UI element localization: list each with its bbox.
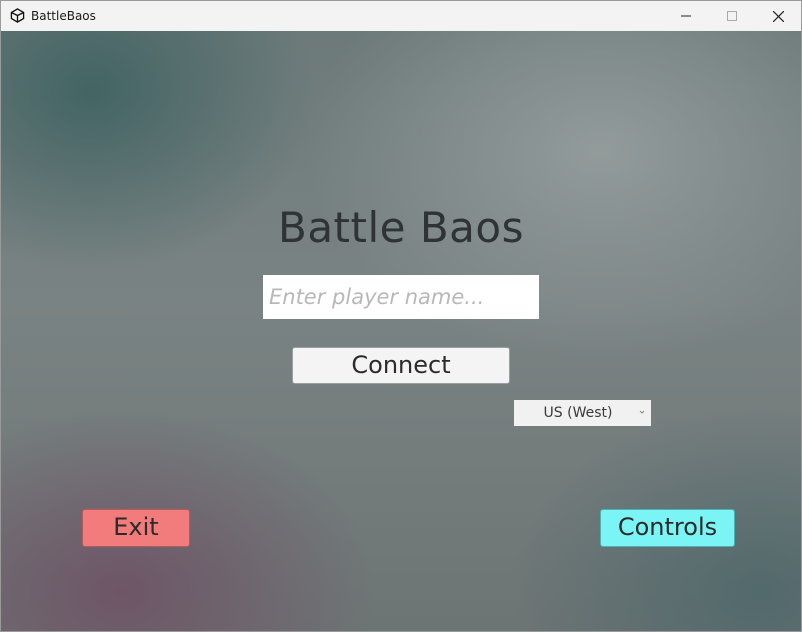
controls-button[interactable]: Controls xyxy=(600,509,735,547)
minimize-button[interactable] xyxy=(663,1,709,31)
close-icon xyxy=(772,10,784,22)
region-selected-value: US (West) xyxy=(543,405,613,421)
region-dropdown[interactable]: US (West) xyxy=(514,400,651,426)
player-name-input[interactable] xyxy=(263,275,539,319)
minimize-icon xyxy=(681,15,691,17)
exit-button[interactable]: Exit xyxy=(82,509,190,547)
title-bar[interactable]: BattleBaos xyxy=(1,1,801,31)
dropdown-arrow-icon xyxy=(639,410,645,414)
app-window: BattleBaos Battle Baos Connect US (West) xyxy=(0,0,802,632)
connect-button[interactable]: Connect xyxy=(292,347,510,384)
maximize-button[interactable] xyxy=(709,1,755,31)
close-button[interactable] xyxy=(755,1,801,31)
maximize-icon xyxy=(727,11,737,21)
unity-logo-icon xyxy=(10,8,25,23)
game-viewport: Battle Baos Connect US (West) Exit Contr… xyxy=(1,31,801,631)
window-title: BattleBaos xyxy=(31,9,96,23)
game-title: Battle Baos xyxy=(278,203,524,252)
